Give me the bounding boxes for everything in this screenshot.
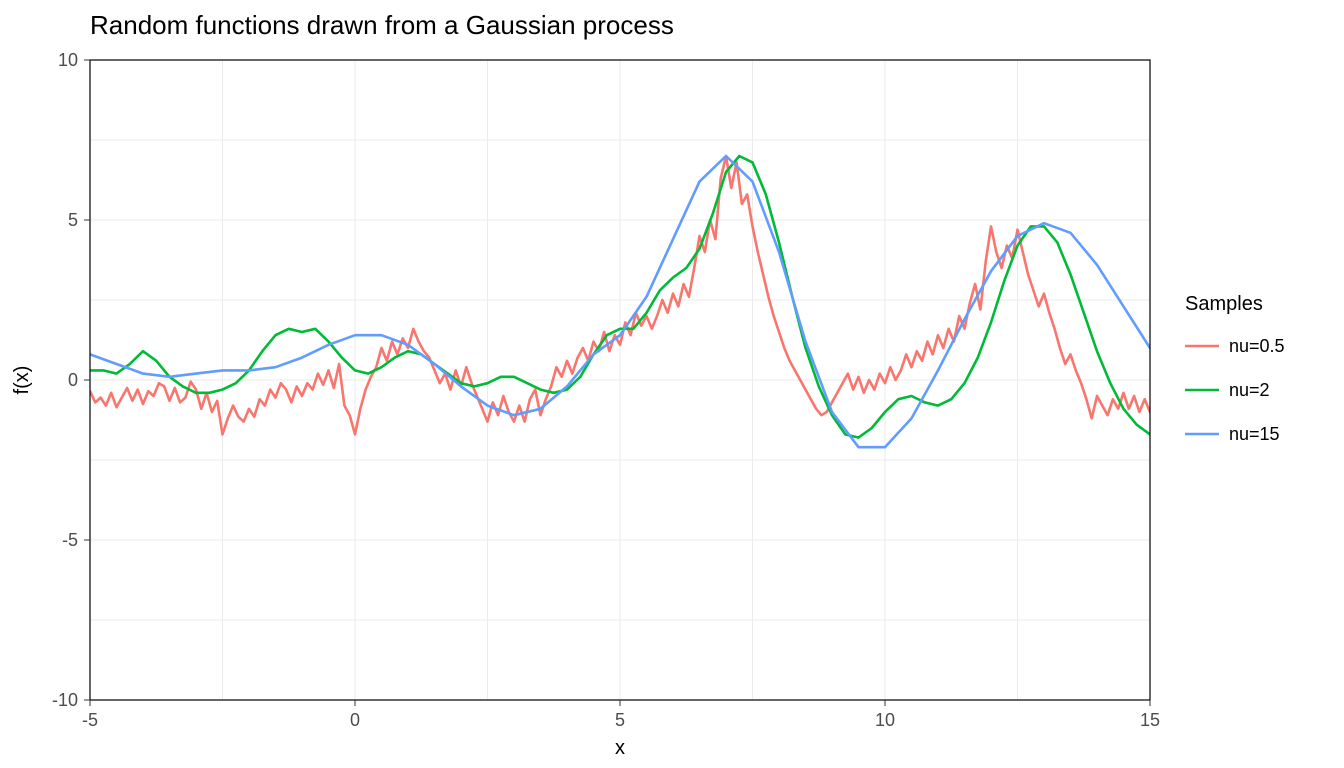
legend-label: nu=0.5 — [1229, 336, 1285, 356]
x-tick-label: -5 — [82, 710, 98, 730]
y-tick-label: 10 — [58, 50, 78, 70]
x-tick-label: 5 — [615, 710, 625, 730]
legend: Samples nu=0.5 nu=2 nu=15 — [1185, 293, 1285, 444]
x-tick-label: 10 — [875, 710, 895, 730]
grid — [90, 60, 1150, 700]
x-tick-label: 0 — [350, 710, 360, 730]
legend-label: nu=15 — [1229, 424, 1280, 444]
chart-svg: Random functions drawn from a Gaussian p… — [0, 0, 1344, 768]
legend-label: nu=2 — [1229, 380, 1270, 400]
y-tick-label: -10 — [52, 690, 78, 710]
y-tick-label: -5 — [62, 530, 78, 550]
y-tick-label: 0 — [68, 370, 78, 390]
chart-title: Random functions drawn from a Gaussian p… — [90, 10, 674, 40]
x-tick-label: 15 — [1140, 710, 1160, 730]
legend-title: Samples — [1185, 293, 1263, 315]
x-axis: -5 0 5 10 15 — [82, 700, 1160, 730]
x-axis-label: x — [615, 737, 625, 759]
chart-container: Random functions drawn from a Gaussian p… — [0, 0, 1344, 768]
y-axis: -10 -5 0 5 10 — [52, 50, 90, 710]
y-tick-label: 5 — [68, 210, 78, 230]
y-axis-label: f(x) — [11, 366, 33, 395]
